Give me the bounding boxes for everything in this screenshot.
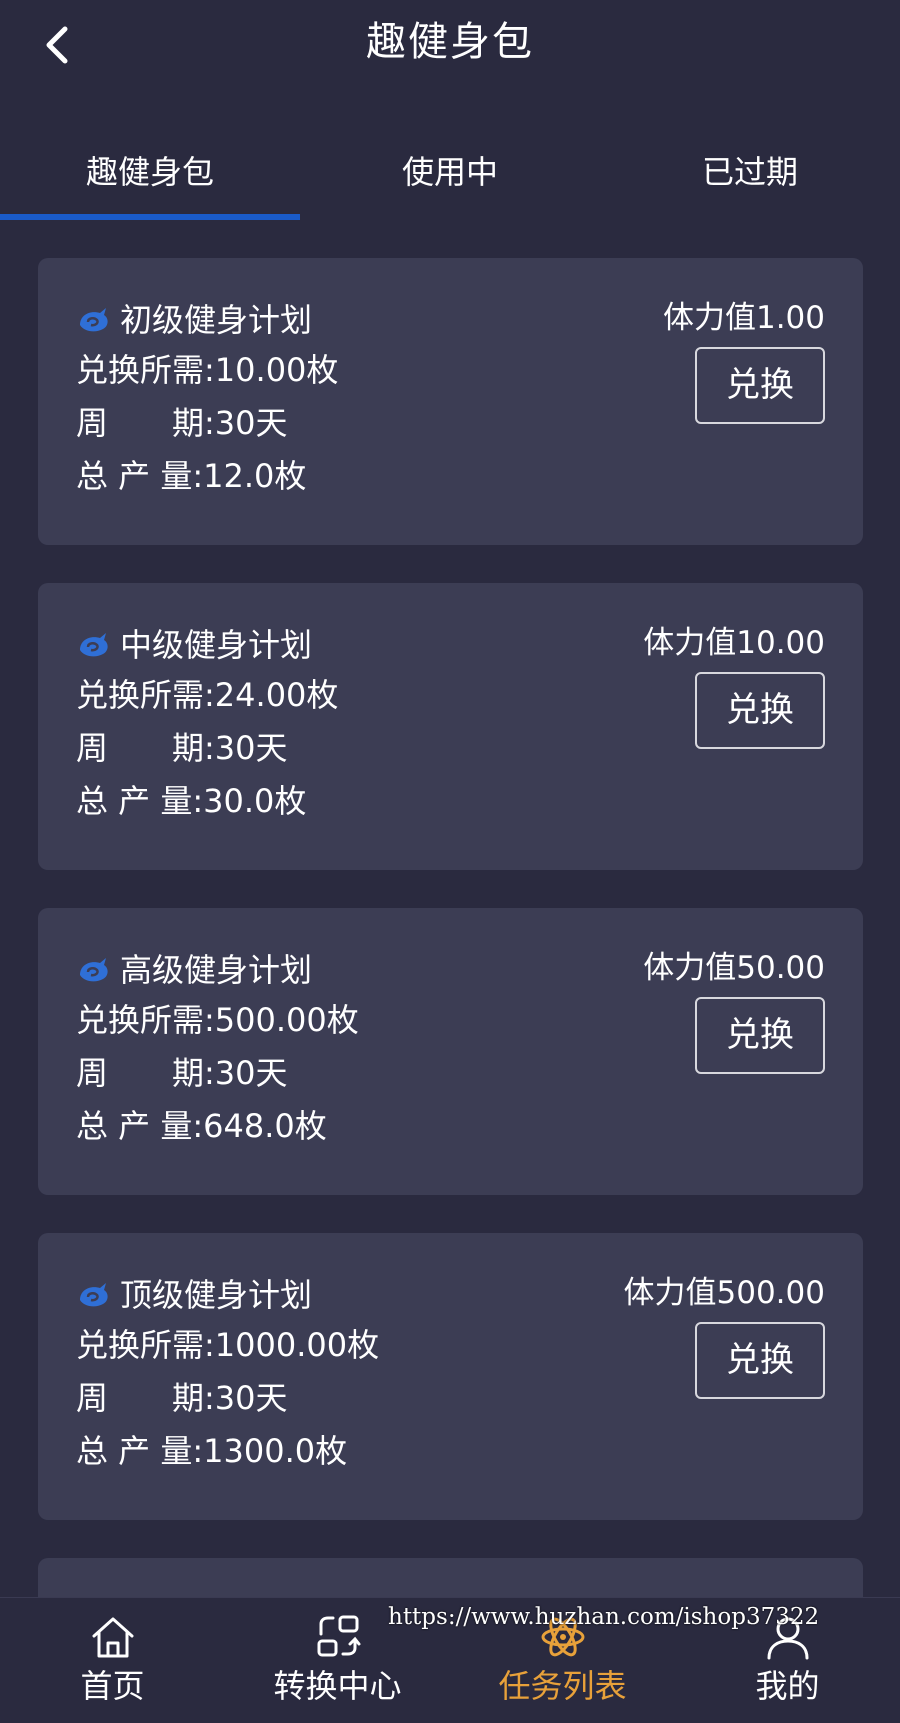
brand-logo-icon (80, 1283, 108, 1307)
plan-title-row: 顶级健身计划 (76, 1275, 312, 1315)
plan-total-row: 总 产 量: 30.0枚 (76, 781, 306, 821)
plan-period: 30天 (214, 404, 288, 442)
total-label: 总 产 量: (76, 457, 204, 495)
plan-cost: 500.00枚 (214, 1001, 359, 1039)
home-icon (92, 1617, 133, 1658)
cost-label: 兑换所需: (76, 676, 215, 714)
plan-period-row: 周 期: 30天 (76, 403, 288, 443)
total-label: 总 产 量: (76, 782, 204, 820)
plan-period: 30天 (214, 1379, 288, 1417)
cost-label: 兑换所需: (76, 351, 215, 389)
tab-label: 使用中 (401, 153, 498, 191)
plan-total-row: 总 产 量: 648.0枚 (76, 1106, 327, 1146)
nav-label: 任务列表 (498, 1667, 627, 1705)
exchange-button[interactable]: 兑换 (695, 997, 825, 1074)
plan-total-row: 总 产 量: 1300.0枚 (76, 1431, 347, 1471)
brand-logo-icon (80, 958, 108, 982)
plan-cost-row: 兑换所需: 24.00枚 (76, 675, 338, 715)
plan-period: 30天 (214, 1054, 288, 1092)
plan-stamina: 体力值10.00 (643, 625, 825, 661)
plan-cost: 1000.00枚 (214, 1326, 380, 1364)
period-label: 周 期: (76, 729, 215, 767)
active-tab-indicator (0, 214, 300, 220)
cost-label: 兑换所需: (76, 1001, 215, 1039)
plan-name: 顶级健身计划 (120, 1276, 313, 1314)
plan-title-row: 初级健身计划 (76, 300, 312, 340)
period-label: 周 期: (76, 1054, 215, 1092)
plan-period-row: 周 期: 30天 (76, 728, 288, 768)
plan-total-row: 总 产 量: 12.0枚 (76, 456, 306, 496)
plan-cost-row: 兑换所需: 500.00枚 (76, 1000, 359, 1040)
plan-name: 中级健身计划 (120, 626, 313, 664)
plan-stamina: 体力值500.00 (623, 1275, 825, 1311)
plan-cost-row: 兑换所需: 10.00枚 (76, 350, 338, 390)
tab-label: 趣健身包 (85, 153, 214, 191)
plan-name: 高级健身计划 (120, 951, 313, 989)
nav-label: 转换中心 (273, 1667, 402, 1705)
plan-cost-row: 兑换所需: 1000.00枚 (76, 1325, 379, 1365)
plan-stamina: 体力值50.00 (643, 950, 825, 986)
tab-label: 已过期 (701, 153, 798, 191)
exchange-button[interactable]: 兑换 (695, 347, 825, 424)
plan-card: 高级健身计划 兑换所需: 500.00枚 周 期: 30天 总 产 量: 648.0枚… (38, 908, 863, 1195)
total-label: 总 产 量: (76, 1432, 204, 1470)
plan-total: 12.0枚 (203, 457, 307, 495)
plan-cost: 10.00枚 (214, 351, 339, 389)
cost-label: 兑换所需: (76, 1326, 215, 1364)
period-label: 周 期: (76, 1379, 215, 1417)
plan-total: 648.0枚 (203, 1107, 327, 1145)
plan-total: 1300.0枚 (203, 1432, 348, 1470)
plan-cost: 24.00枚 (214, 676, 339, 714)
brand-logo-icon (80, 308, 108, 332)
plan-period-row: 周 期: 30天 (76, 1053, 288, 1093)
watermark-text: https://www.huzhan.com/ishop37322 (388, 1604, 820, 1630)
plan-title-row: 高级健身计划 (76, 950, 312, 990)
plan-name: 初级健身计划 (120, 301, 313, 339)
nav-label: 我的 (755, 1667, 820, 1705)
plan-card: 初级健身计划 兑换所需: 10.00枚 周 期: 30天 总 产 量: 12.0枚 体… (38, 258, 863, 545)
plan-title-row: 中级健身计划 (76, 625, 312, 665)
tab-in-use[interactable]: 使用中 (300, 140, 600, 222)
plan-stamina: 体力值1.00 (662, 300, 825, 336)
page-title: 趣健身包 (366, 19, 534, 65)
tab-expired[interactable]: 已过期 (600, 140, 900, 222)
plan-card: 顶级健身计划 兑换所需: 1000.00枚 周 期: 30天 总 产 量: 1300.… (38, 1233, 863, 1520)
period-label: 周 期: (76, 404, 215, 442)
total-label: 总 产 量: (76, 1107, 204, 1145)
plan-card: 中级健身计划 兑换所需: 24.00枚 周 期: 30天 总 产 量: 30.0枚 体… (38, 583, 863, 870)
tab-fitness-packs[interactable]: 趣健身包 (0, 140, 300, 222)
plan-period: 30天 (214, 729, 288, 767)
brand-logo-icon (80, 633, 108, 657)
nav-label: 首页 (80, 1667, 145, 1705)
tab-bar: 趣健身包 使用中 已过期 (0, 140, 900, 222)
nav-home[interactable]: 首页 (0, 1598, 225, 1723)
plan-period-row: 周 期: 30天 (76, 1378, 288, 1418)
exchange-button[interactable]: 兑换 (695, 1322, 825, 1399)
exchange-button[interactable]: 兑换 (695, 672, 825, 749)
exchange-center-icon (317, 1615, 360, 1657)
top-bar: 趣健身包 (0, 0, 900, 90)
plan-total: 30.0枚 (203, 782, 307, 820)
